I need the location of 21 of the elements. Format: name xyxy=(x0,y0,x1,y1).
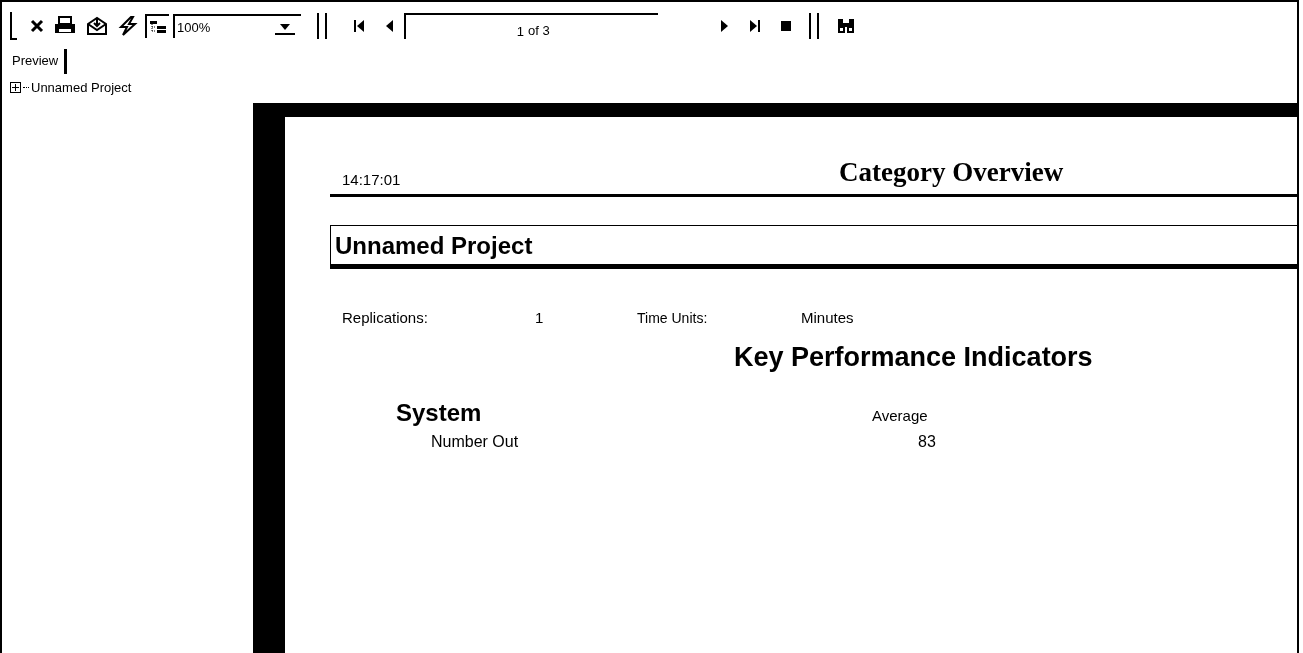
report-time: 14:17:01 xyxy=(342,171,402,188)
page-count: of 3 xyxy=(528,23,550,38)
zoom-dropdown[interactable]: 100% xyxy=(173,14,301,38)
field-label: Time Units: xyxy=(637,310,709,326)
expand-icon[interactable] xyxy=(10,82,21,93)
column-heading: Average xyxy=(872,407,928,424)
field-label: Replications: xyxy=(342,309,429,326)
group-heading: System xyxy=(396,399,483,427)
tree-item[interactable]: Unnamed Project xyxy=(31,80,132,95)
project-title: Unnamed Project xyxy=(330,225,1297,269)
toolbar-separator xyxy=(317,13,327,39)
field-value: 1 xyxy=(535,309,545,326)
report-title: Category Overview xyxy=(839,157,1064,188)
row-label: Number Out xyxy=(431,433,520,451)
toolbar-grip xyxy=(10,12,17,40)
toolbar-separator xyxy=(808,13,819,39)
row-value: 83 xyxy=(918,433,936,451)
field-value: Minutes xyxy=(801,309,854,326)
outline-toggle-icon[interactable] xyxy=(145,14,169,38)
tab[interactable]: Preview xyxy=(10,49,68,74)
section-heading: Key Performance Indicators xyxy=(734,342,1094,373)
